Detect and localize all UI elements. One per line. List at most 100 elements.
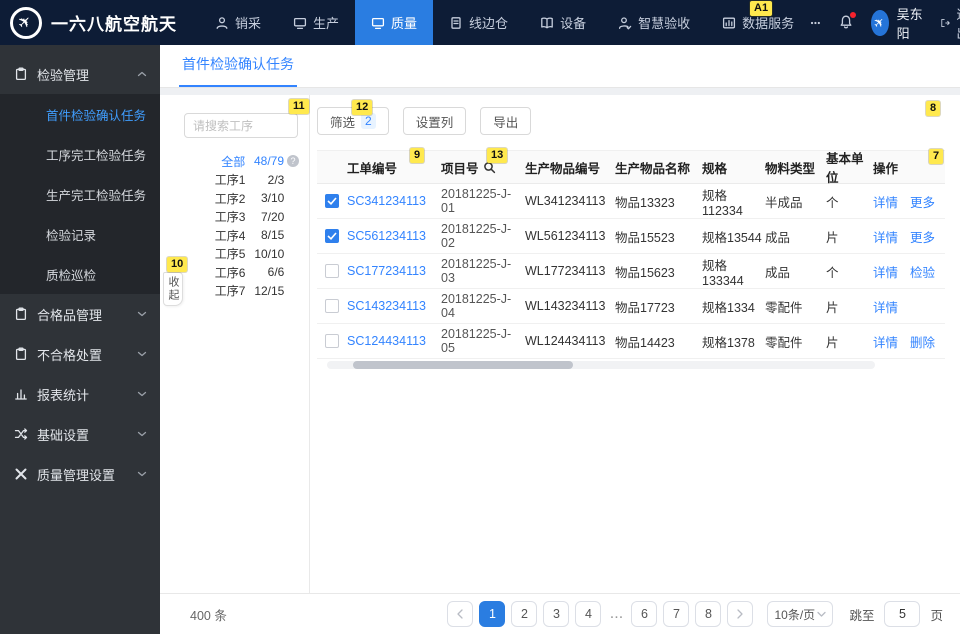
data-table: 工单编号 项目号 生产物品编号 生产物品名称 规格 物料类型 基本单位 操作 S… (317, 150, 945, 369)
page-button-7[interactable]: 7 (663, 601, 690, 627)
nav-item-label: 设备 (560, 16, 587, 31)
sidebar-item-process-completion-task[interactable]: 工序完工检验任务 (0, 134, 160, 174)
process-filter-all[interactable]: 全部 48/79 ? (160, 152, 309, 171)
sidebar-item-quality-patrol[interactable]: 质检巡检 (0, 254, 160, 294)
sidebar-group-label: 合格品管理 (37, 307, 103, 323)
sidebar-group-qualified-products[interactable]: 合格品管理 (0, 294, 160, 334)
process-filter-item[interactable]: 工序3 7/20 (160, 208, 309, 227)
action-detail-link[interactable]: 详情 (873, 297, 898, 316)
more-menu-icon[interactable] (810, 16, 821, 30)
horizontal-scrollbar-thumb[interactable] (353, 361, 573, 369)
table-row: SC177234113 20181225-J-03 WL177234113 物品… (317, 254, 945, 289)
header-item-code: 生产物品编号 (525, 161, 601, 176)
page-button-2[interactable]: 2 (511, 601, 538, 627)
sidebar-item-inspection-records[interactable]: 检验记录 (0, 214, 160, 254)
logout-icon (941, 18, 950, 27)
process-filter-item[interactable]: 工序2 3/10 (160, 189, 309, 208)
process-filter-panel: 全部 48/79 ? 工序12/3 工序23/10 工序37/20 工序48/1… (160, 95, 310, 593)
row-checkbox[interactable] (325, 299, 339, 313)
row-checkbox[interactable] (325, 264, 339, 278)
process-filter-item[interactable]: 工序4 8/15 (160, 226, 309, 245)
chevron-down-icon (137, 350, 147, 358)
header-order-no: 工单编号 (347, 161, 398, 176)
nav-item-equipment[interactable]: 设备 (524, 0, 602, 45)
nav-item-sales[interactable]: 销采 (199, 0, 277, 45)
sidebar-group-inspection-management[interactable]: 检验管理 (0, 54, 160, 94)
nav-item-smart-acceptance[interactable]: 智慧验收 (602, 0, 706, 45)
sidebar-group-report-statistics[interactable]: 报表统计 (0, 374, 160, 414)
sidebar-group-nonconforming-disposal[interactable]: 不合格处置 (0, 334, 160, 374)
person-icon (216, 16, 228, 29)
filter-count-badge: 2 (361, 113, 376, 129)
order-link[interactable]: SC341234113 (347, 194, 441, 208)
action-detail-link[interactable]: 详情 (873, 192, 898, 211)
action-inspect-link[interactable]: 检验 (910, 262, 935, 281)
logout-button[interactable]: 退出 (940, 4, 960, 42)
action-detail-link[interactable]: 详情 (873, 227, 898, 246)
nav-item-label: 质量 (391, 16, 418, 31)
row-checkbox[interactable] (325, 334, 339, 348)
process-filter-item[interactable]: 工序1 2/3 (160, 171, 309, 190)
nav-item-quality[interactable]: 质量 (355, 0, 434, 45)
order-link[interactable]: SC124434113 (347, 334, 441, 348)
app-window: ✈ 一六八航空航天 销采 生产 质量 线边仓 设备 智慧验收 数据服务 ✈ 吴东… (0, 0, 960, 634)
sidebar-submenu: 首件检验确认任务 工序完工检验任务 生产完工检验任务 检验记录 质检巡检 (0, 94, 160, 294)
header-material-type: 物料类型 (765, 161, 816, 176)
sidebar-group-label: 质量管理设置 (37, 467, 116, 483)
page-size-select[interactable]: 10条/页 (767, 601, 834, 627)
sidebar-item-first-article-task[interactable]: 首件检验确认任务 (0, 94, 160, 134)
order-link[interactable]: SC143234113 (347, 299, 441, 313)
nav-item-lineside-warehouse[interactable]: 线边仓 (433, 0, 524, 45)
som-mark-12: 12 (352, 100, 373, 115)
order-link[interactable]: SC561234113 (347, 229, 441, 243)
page-button-6[interactable]: 6 (631, 601, 658, 627)
action-detail-link[interactable]: 详情 (873, 332, 898, 351)
table-area: 筛选 2 设置列 导出 工单编号 项目号 生产物品编号 生产物品名称 规格 物料… (310, 95, 960, 593)
sidebar-item-production-completion-task[interactable]: 生产完工检验任务 (0, 174, 160, 214)
help-question-icon[interactable]: ? (287, 155, 299, 168)
collapse-panel-handle[interactable]: 收起 (163, 272, 183, 306)
document-icon (451, 16, 461, 29)
table-row: SC124434113 20181225-J-05 WL124434113 物品… (317, 324, 945, 359)
process-search-input[interactable] (184, 113, 298, 138)
action-delete-link[interactable]: 删除 (910, 332, 935, 351)
notifications-bell-icon[interactable] (838, 12, 856, 31)
sidebar-group-basic-settings[interactable]: 基础设置 (0, 414, 160, 454)
logout-label: 退出 (956, 4, 960, 42)
export-button[interactable]: 导出 (480, 107, 532, 135)
clipboard-icon (15, 347, 27, 361)
page-button-8[interactable]: 8 (695, 601, 722, 627)
som-mark-10: 10 (167, 257, 188, 272)
nav-item-label: 线边仓 (469, 16, 509, 31)
avatar[interactable]: ✈ (870, 9, 889, 36)
sidebar: 检验管理 首件检验确认任务 工序完工检验任务 生产完工检验任务 检验记录 质检巡… (0, 45, 160, 634)
row-checkbox[interactable] (325, 229, 339, 243)
table-toolbar: 筛选 2 设置列 导出 (317, 107, 945, 135)
column-settings-button[interactable]: 设置列 (402, 107, 467, 135)
monitor-icon (371, 17, 385, 29)
next-page-button[interactable] (727, 601, 754, 627)
prev-page-button[interactable] (447, 601, 474, 627)
sidebar-group-label: 报表统计 (37, 387, 90, 403)
pagination-footer: 400 条 1 2 3 4 ... 6 7 8 10条/页 跳至 页 (160, 593, 960, 634)
header-item-name: 生产物品名称 (615, 161, 691, 176)
page-button-3[interactable]: 3 (543, 601, 570, 627)
sidebar-group-label: 不合格处置 (37, 347, 103, 363)
username[interactable]: 吴东阳 (897, 4, 924, 42)
page-button-4[interactable]: 4 (575, 601, 602, 627)
sidebar-group-quality-management-settings[interactable]: 质量管理设置 (0, 454, 160, 494)
action-detail-link[interactable]: 详情 (873, 262, 898, 281)
chevron-down-icon (817, 611, 827, 617)
pagination: 1 2 3 4 ... 6 7 8 10条/页 跳至 页 (447, 601, 947, 627)
nav-item-label: 生产 (313, 16, 340, 31)
action-more-link[interactable]: 更多 (910, 227, 935, 246)
row-checkbox[interactable] (325, 194, 339, 208)
tab-first-article-confirmation[interactable]: 首件检验确认任务 (179, 54, 297, 87)
total-count: 400 条 (190, 608, 227, 623)
nav-item-production[interactable]: 生产 (277, 0, 355, 45)
page-button-1[interactable]: 1 (479, 601, 506, 627)
order-link[interactable]: SC177234113 (347, 264, 441, 278)
som-mark-A1: A1 (750, 1, 773, 16)
action-more-link[interactable]: 更多 (910, 192, 935, 211)
jump-page-input[interactable] (884, 601, 921, 627)
